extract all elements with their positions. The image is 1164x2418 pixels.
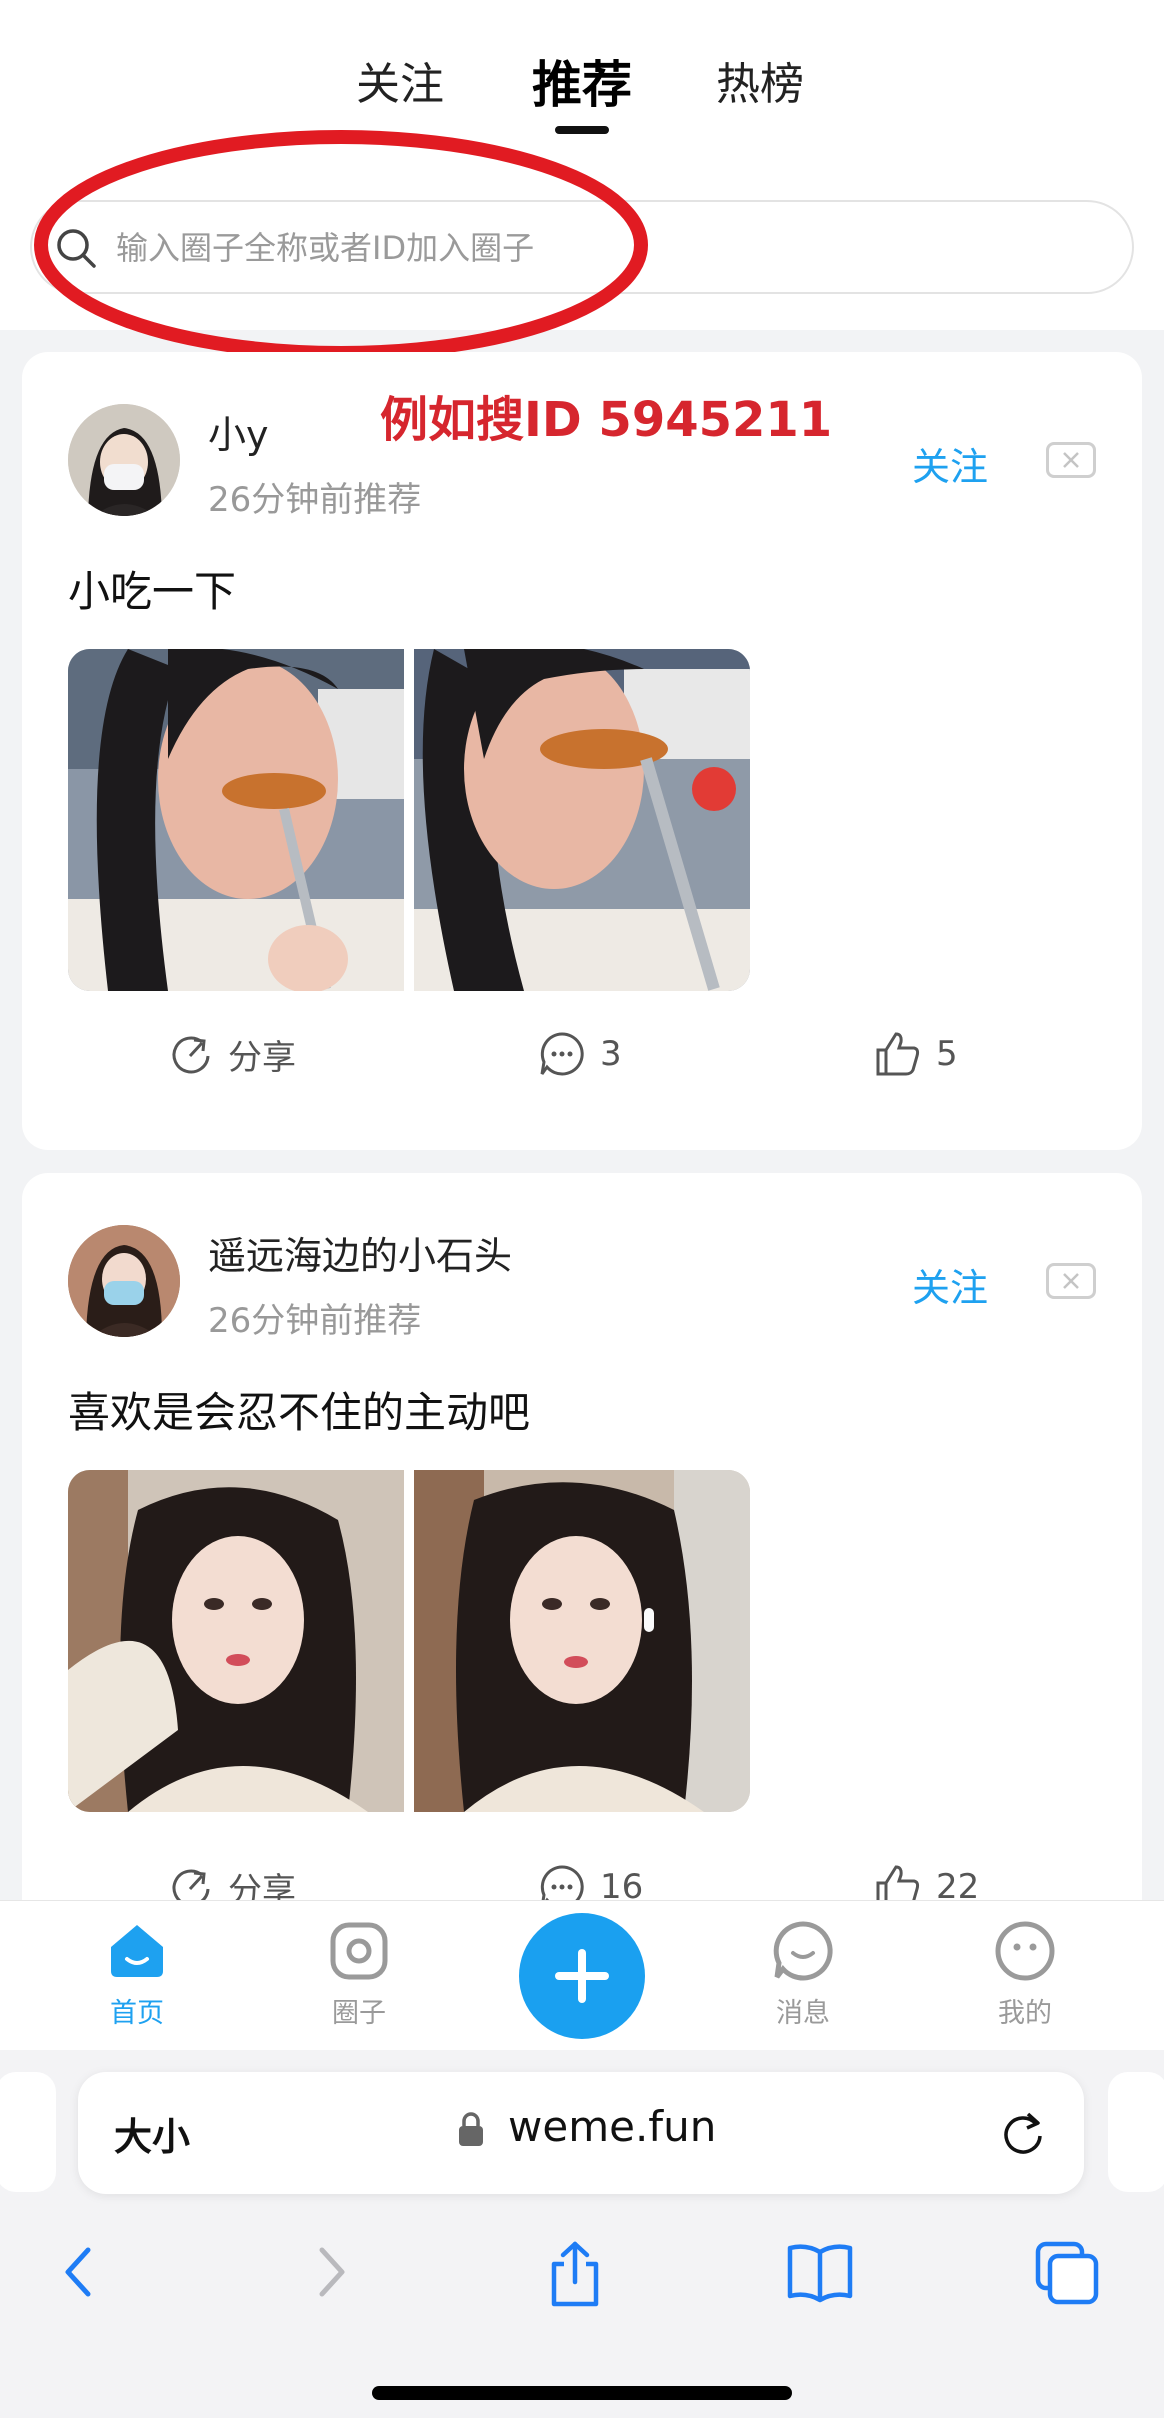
- browser-chrome: 大小 weme.fun: [0, 2050, 1164, 2418]
- username[interactable]: 小y: [208, 404, 269, 459]
- nav-home[interactable]: 首页: [82, 1919, 192, 2030]
- reload-icon[interactable]: [998, 2106, 1048, 2160]
- comment-button[interactable]: 3: [538, 1030, 622, 1078]
- post-photo[interactable]: [414, 1470, 750, 1812]
- message-icon: [773, 1921, 833, 1981]
- like-button[interactable]: 5: [874, 1030, 958, 1078]
- search-input[interactable]: [116, 218, 1016, 278]
- search-icon: [57, 229, 96, 268]
- dismiss-button[interactable]: [1046, 442, 1096, 478]
- like-count: 5: [936, 1034, 958, 1074]
- tab-hot-list[interactable]: 热榜: [716, 50, 804, 130]
- plus-icon: [555, 1949, 609, 2003]
- create-post-button[interactable]: [519, 1913, 645, 2039]
- previous-tab-peek[interactable]: [0, 2072, 56, 2192]
- post-time: 26分钟前推荐: [208, 1301, 422, 1341]
- share-label: 分享: [228, 1038, 296, 1078]
- post-photo[interactable]: [68, 649, 404, 991]
- post-card: 遥远海边的小石头 26分钟前推荐 关注 喜欢是会忍不住的主动吧 分享 16 22: [22, 1173, 1142, 1933]
- nav-circles[interactable]: 圈子: [304, 1919, 414, 2030]
- post-text: 小吃一下: [68, 567, 237, 616]
- post-time: 26分钟前推荐: [208, 480, 422, 520]
- close-icon: [1063, 452, 1079, 468]
- text-size-button[interactable]: 大小: [114, 2106, 190, 2161]
- share-icon: [172, 1036, 210, 1073]
- url-text[interactable]: weme.fun: [508, 2102, 716, 2151]
- thumbs-up-icon: [876, 1032, 920, 1076]
- home-icon: [111, 1925, 163, 1977]
- nav-circles-label: 圈子: [332, 1998, 386, 2029]
- tab-following[interactable]: 关注: [356, 50, 444, 130]
- post-text: 喜欢是会忍不住的主动吧: [68, 1388, 531, 1437]
- close-icon: [1063, 1273, 1079, 1289]
- profile-icon: [995, 1921, 1055, 1981]
- avatar[interactable]: [68, 1225, 180, 1337]
- address-bar[interactable]: 大小 weme.fun: [78, 2072, 1084, 2194]
- post-card: 小y 26分钟前推荐 关注 小吃一下 分享 3 5: [22, 352, 1142, 1150]
- bottom-nav: 首页 圈子 消息 我的: [0, 1900, 1164, 2050]
- username[interactable]: 遥远海边的小石头: [208, 1225, 512, 1280]
- post-photo[interactable]: [414, 649, 750, 991]
- bookmarks-icon[interactable]: [784, 2240, 856, 2304]
- tabs-icon[interactable]: [1032, 2240, 1102, 2306]
- next-tab-peek[interactable]: [1108, 2072, 1164, 2192]
- top-header: 关注 推荐 热榜: [0, 0, 1164, 330]
- feed-tabs: 关注 推荐 热榜: [0, 50, 1164, 140]
- search-bar[interactable]: [30, 200, 1134, 294]
- lock-icon: [459, 2112, 483, 2146]
- nav-home-label: 首页: [110, 1998, 164, 2029]
- circle-icon: [330, 1922, 388, 1980]
- follow-button[interactable]: 关注: [912, 1257, 988, 1312]
- forward-icon[interactable]: [312, 2240, 352, 2304]
- nav-profile[interactable]: 我的: [970, 1919, 1080, 2030]
- home-indicator: [372, 2386, 792, 2400]
- follow-button[interactable]: 关注: [912, 436, 988, 491]
- avatar[interactable]: [68, 404, 180, 516]
- nav-messages[interactable]: 消息: [748, 1919, 858, 2030]
- share-sheet-icon[interactable]: [546, 2240, 604, 2310]
- tab-recommended[interactable]: 推荐: [532, 50, 632, 130]
- comment-icon: [540, 1032, 584, 1076]
- nav-profile-label: 我的: [998, 1998, 1052, 2029]
- nav-messages-label: 消息: [776, 1998, 830, 2029]
- comment-count: 3: [600, 1034, 622, 1074]
- active-tab-indicator: [555, 126, 609, 134]
- back-icon[interactable]: [58, 2240, 98, 2304]
- dismiss-button[interactable]: [1046, 1263, 1096, 1299]
- share-button[interactable]: 分享: [168, 1030, 296, 1079]
- annotation-text: 例如搜ID 5945211: [380, 392, 833, 448]
- post-photo[interactable]: [68, 1470, 404, 1812]
